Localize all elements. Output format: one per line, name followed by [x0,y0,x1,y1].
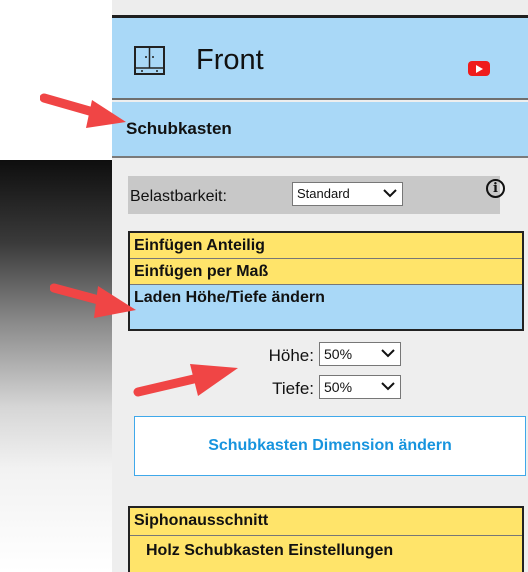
height-value: 50% [324,346,353,362]
change-dimension-button[interactable]: Schubkasten Dimension ändern [134,416,526,476]
load-capacity-row: Belastbarkeit: Standard [128,176,500,214]
menu-item-siphon-cutout[interactable]: Siphonausschnitt [130,508,522,536]
drawer-menu: Einfügen Anteilig Einfügen per Maß Laden… [128,231,524,331]
load-capacity-value: Standard [297,186,350,201]
height-select[interactable]: 50% [319,342,401,366]
depth-value: 50% [324,379,353,395]
depth-select[interactable]: 50% [319,375,401,399]
section-header[interactable]: Schubkasten [112,102,528,158]
youtube-icon[interactable] [468,61,490,76]
red-pointer-arrow-icon [133,364,238,397]
menu-item-insert-proportional[interactable]: Einfügen Anteilig [130,233,522,259]
section-title: Schubkasten [126,119,232,138]
menu-item-insert-by-size[interactable]: Einfügen per Maß [130,259,522,285]
red-pointer-arrow-icon [50,283,136,318]
height-label: Höhe: [268,346,314,365]
info-icon[interactable]: i [486,179,505,198]
cabinet-icon [134,46,165,75]
front-header: Front [112,18,528,100]
chevron-down-icon [381,349,395,358]
top-divider [112,0,528,18]
chevron-down-icon [381,382,395,391]
load-capacity-select[interactable]: Standard [292,182,403,206]
menu-item-change-height-depth[interactable]: Laden Höhe/Tiefe ändern [130,285,522,329]
red-pointer-arrow-icon [40,93,126,128]
load-capacity-label: Belastbarkeit: [130,188,227,205]
menu-item-wood-drawer-settings[interactable]: Holz Schubkasten Einstellungen [142,538,528,566]
page-title: Front [196,44,264,76]
background-left-gradient [0,160,112,572]
depth-label: Tiefe: [272,379,314,398]
background-left-white [0,0,112,160]
configurator-panel: Front Schubkasten Belastbarkeit: Standar… [112,0,528,572]
bottom-menu: Siphonausschnitt Holz Schubkasten Einste… [128,506,524,572]
chevron-down-icon [383,189,397,198]
